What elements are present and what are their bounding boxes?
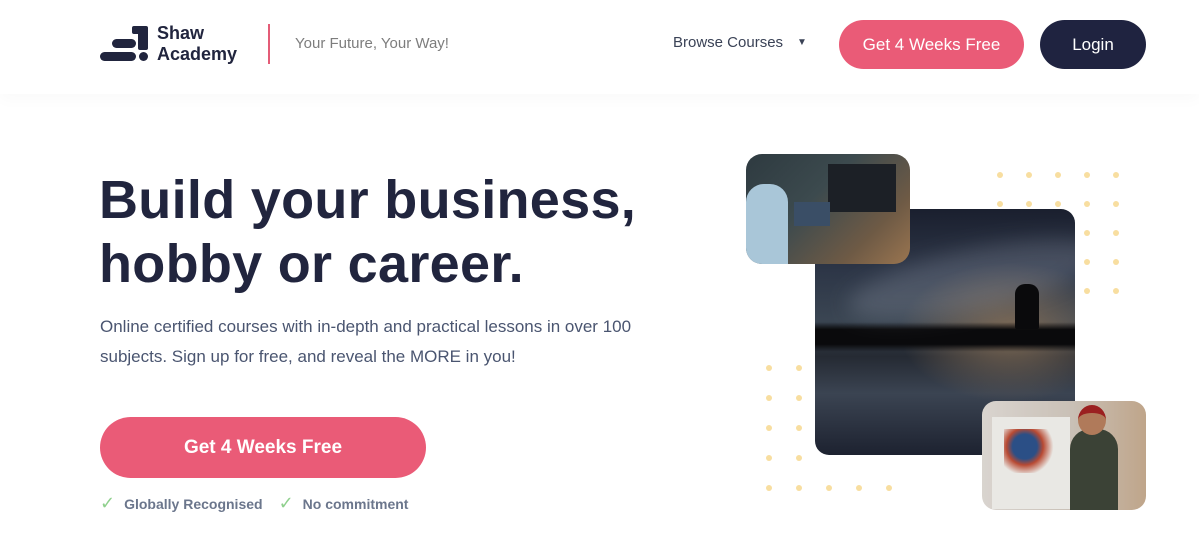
check-icon: ✓ [278,493,294,513]
decorative-dot [1113,230,1119,236]
feature-label: Globally Recognised [124,495,263,512]
decorative-dot [766,485,772,491]
logo-line-1: Shaw [157,23,205,43]
check-icon: ✓ [100,493,116,513]
decorative-dot [1026,201,1032,207]
subtext-line-1: Online certified courses with in-depth a… [100,317,632,336]
decorative-dot [997,172,1003,178]
decorative-dot [1113,172,1119,178]
coder-photo [746,154,910,264]
site-header: Shaw Academy Your Future, Your Way! Brow… [0,0,1199,94]
logo-text: Shaw Academy [157,23,237,65]
decorative-dot [1113,259,1119,265]
decorative-dot [1084,230,1090,236]
shaw-academy-logo[interactable]: Shaw Academy [100,22,250,66]
decorative-dot [1113,201,1119,207]
decorative-dot [1055,201,1061,207]
logo-mark-icon [100,24,150,64]
decorative-dot [796,425,802,431]
decorative-dot [1055,172,1061,178]
decorative-dot [856,485,862,491]
decorative-dot [1084,288,1090,294]
decorative-dot [1084,259,1090,265]
artist-photo [982,401,1146,510]
headline-line-1: Build your business, [99,170,637,230]
header-get-free-button[interactable]: Get 4 Weeks Free [839,20,1024,69]
decorative-dot [1113,288,1119,294]
feature-list: ✓ Globally Recognised ✓ No commitment [100,493,424,514]
decorative-dot [796,455,802,461]
feature-item: ✓ No commitment [279,493,409,514]
decorative-dot [766,395,772,401]
header-divider [268,24,270,64]
decorative-dot [826,485,832,491]
decorative-dot [766,425,772,431]
feature-item: ✓ Globally Recognised [100,493,263,514]
decorative-dot [766,455,772,461]
decorative-dot [766,365,772,371]
decorative-dot [1026,172,1032,178]
decorative-dot [1084,172,1090,178]
decorative-dot [796,485,802,491]
login-button[interactable]: Login [1040,20,1146,69]
tagline: Your Future, Your Way! [295,35,449,52]
browse-courses-label: Browse Courses [673,34,784,51]
decorative-dot [1084,201,1090,207]
headline-line-2: hobby or career. [99,234,524,294]
feature-label: No commitment [302,495,409,512]
hero-subtext: Online certified courses with in-depth a… [100,312,720,372]
decorative-dot [796,395,802,401]
caret-down-icon: ▼ [797,37,807,48]
logo-line-2: Academy [157,44,238,64]
hero-headline: Build your business, hobby or career. [99,168,636,296]
hero-get-free-button[interactable]: Get 4 Weeks Free [100,417,426,478]
decorative-dot [886,485,892,491]
subtext-line-2: subjects. Sign up for free, and reveal t… [100,347,516,366]
decorative-dot [997,201,1003,207]
browse-courses-dropdown[interactable]: Browse Courses ▼ [673,34,807,51]
decorative-dot [796,365,802,371]
